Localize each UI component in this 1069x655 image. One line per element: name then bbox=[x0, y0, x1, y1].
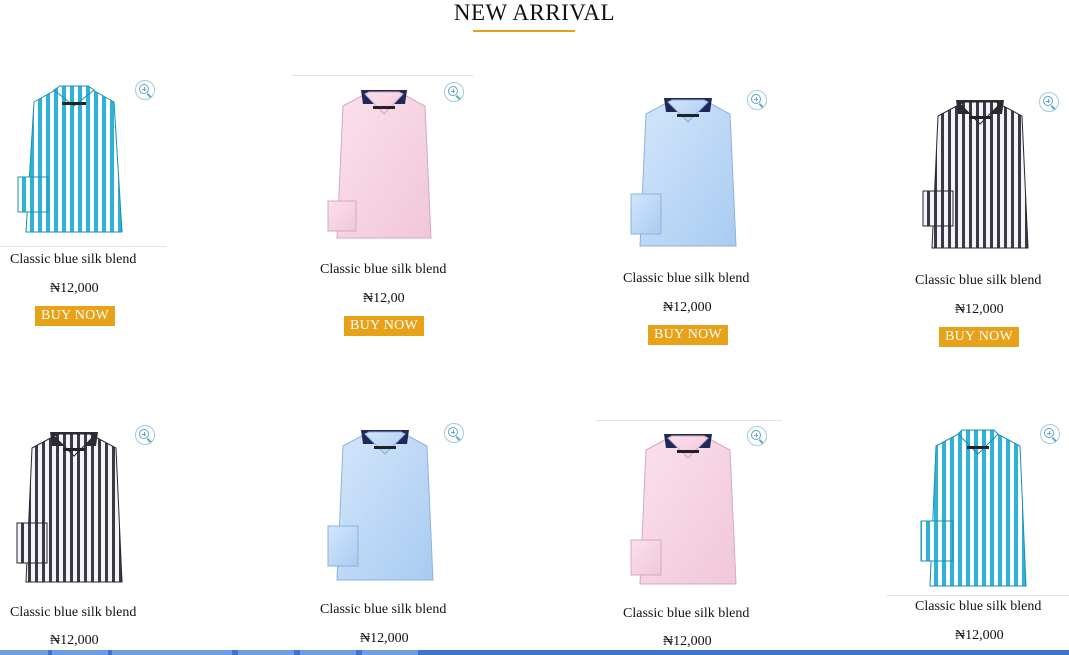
zoom-in-icon[interactable] bbox=[444, 423, 464, 443]
product-image[interactable] bbox=[918, 426, 1038, 592]
taskbar-item[interactable] bbox=[300, 650, 356, 655]
product-name[interactable]: Classic blue silk blend bbox=[915, 599, 1041, 615]
product-image[interactable] bbox=[920, 96, 1040, 256]
taskbar-item[interactable] bbox=[112, 650, 232, 655]
product-image-divider bbox=[886, 595, 1069, 596]
taskbar-item[interactable] bbox=[52, 650, 108, 655]
product-image-divider bbox=[0, 246, 166, 247]
section-title: NEW ARRIVAL bbox=[453, 0, 616, 25]
zoom-in-icon[interactable] bbox=[1039, 92, 1059, 112]
product-name[interactable]: Classic blue silk blend bbox=[320, 602, 446, 618]
zoom-in-icon[interactable] bbox=[1040, 424, 1060, 444]
zoom-in-icon[interactable] bbox=[747, 90, 767, 110]
section-title-underline bbox=[473, 30, 575, 32]
taskbar-item[interactable] bbox=[238, 650, 294, 655]
buy-now-button[interactable]: BUY NOW bbox=[35, 306, 116, 326]
product-image[interactable] bbox=[628, 430, 748, 590]
zoom-in-icon[interactable] bbox=[135, 425, 155, 445]
product-image[interactable] bbox=[14, 82, 134, 242]
product-image[interactable] bbox=[325, 426, 445, 586]
product-price: ₦12,000 bbox=[955, 628, 1004, 643]
product-price: ₦12,000 bbox=[360, 631, 409, 646]
taskbar-item[interactable] bbox=[362, 650, 418, 655]
taskbar-item[interactable] bbox=[0, 650, 48, 655]
zoom-in-icon[interactable] bbox=[747, 426, 767, 446]
product-price: ₦12,000 bbox=[663, 300, 712, 315]
product-price: ₦12,000 bbox=[955, 302, 1004, 317]
zoom-in-icon[interactable] bbox=[444, 82, 464, 102]
product-name[interactable]: Classic blue silk blend bbox=[915, 273, 1041, 289]
taskbar bbox=[0, 650, 1069, 655]
product-name[interactable]: Classic blue silk blend bbox=[10, 252, 136, 268]
product-image[interactable] bbox=[628, 94, 748, 254]
product-price: ₦12,000 bbox=[663, 634, 712, 649]
product-image-divider bbox=[596, 420, 782, 421]
product-name[interactable]: Classic blue silk blend bbox=[10, 605, 136, 621]
zoom-in-icon[interactable] bbox=[135, 80, 155, 100]
product-name[interactable]: Classic blue silk blend bbox=[320, 262, 446, 278]
buy-now-button[interactable]: BUY NOW bbox=[344, 316, 425, 336]
product-price: ₦12,00 bbox=[363, 291, 405, 306]
product-name[interactable]: Classic blue silk blend bbox=[623, 606, 749, 622]
product-image[interactable] bbox=[14, 428, 134, 588]
product-image-divider bbox=[292, 75, 474, 76]
buy-now-button[interactable]: BUY NOW bbox=[648, 325, 729, 345]
product-image[interactable] bbox=[325, 86, 443, 248]
product-name[interactable]: Classic blue silk blend bbox=[623, 271, 749, 287]
buy-now-button[interactable]: BUY NOW bbox=[939, 327, 1020, 347]
product-price: ₦12,000 bbox=[50, 281, 99, 296]
product-price: ₦12,000 bbox=[50, 633, 99, 648]
